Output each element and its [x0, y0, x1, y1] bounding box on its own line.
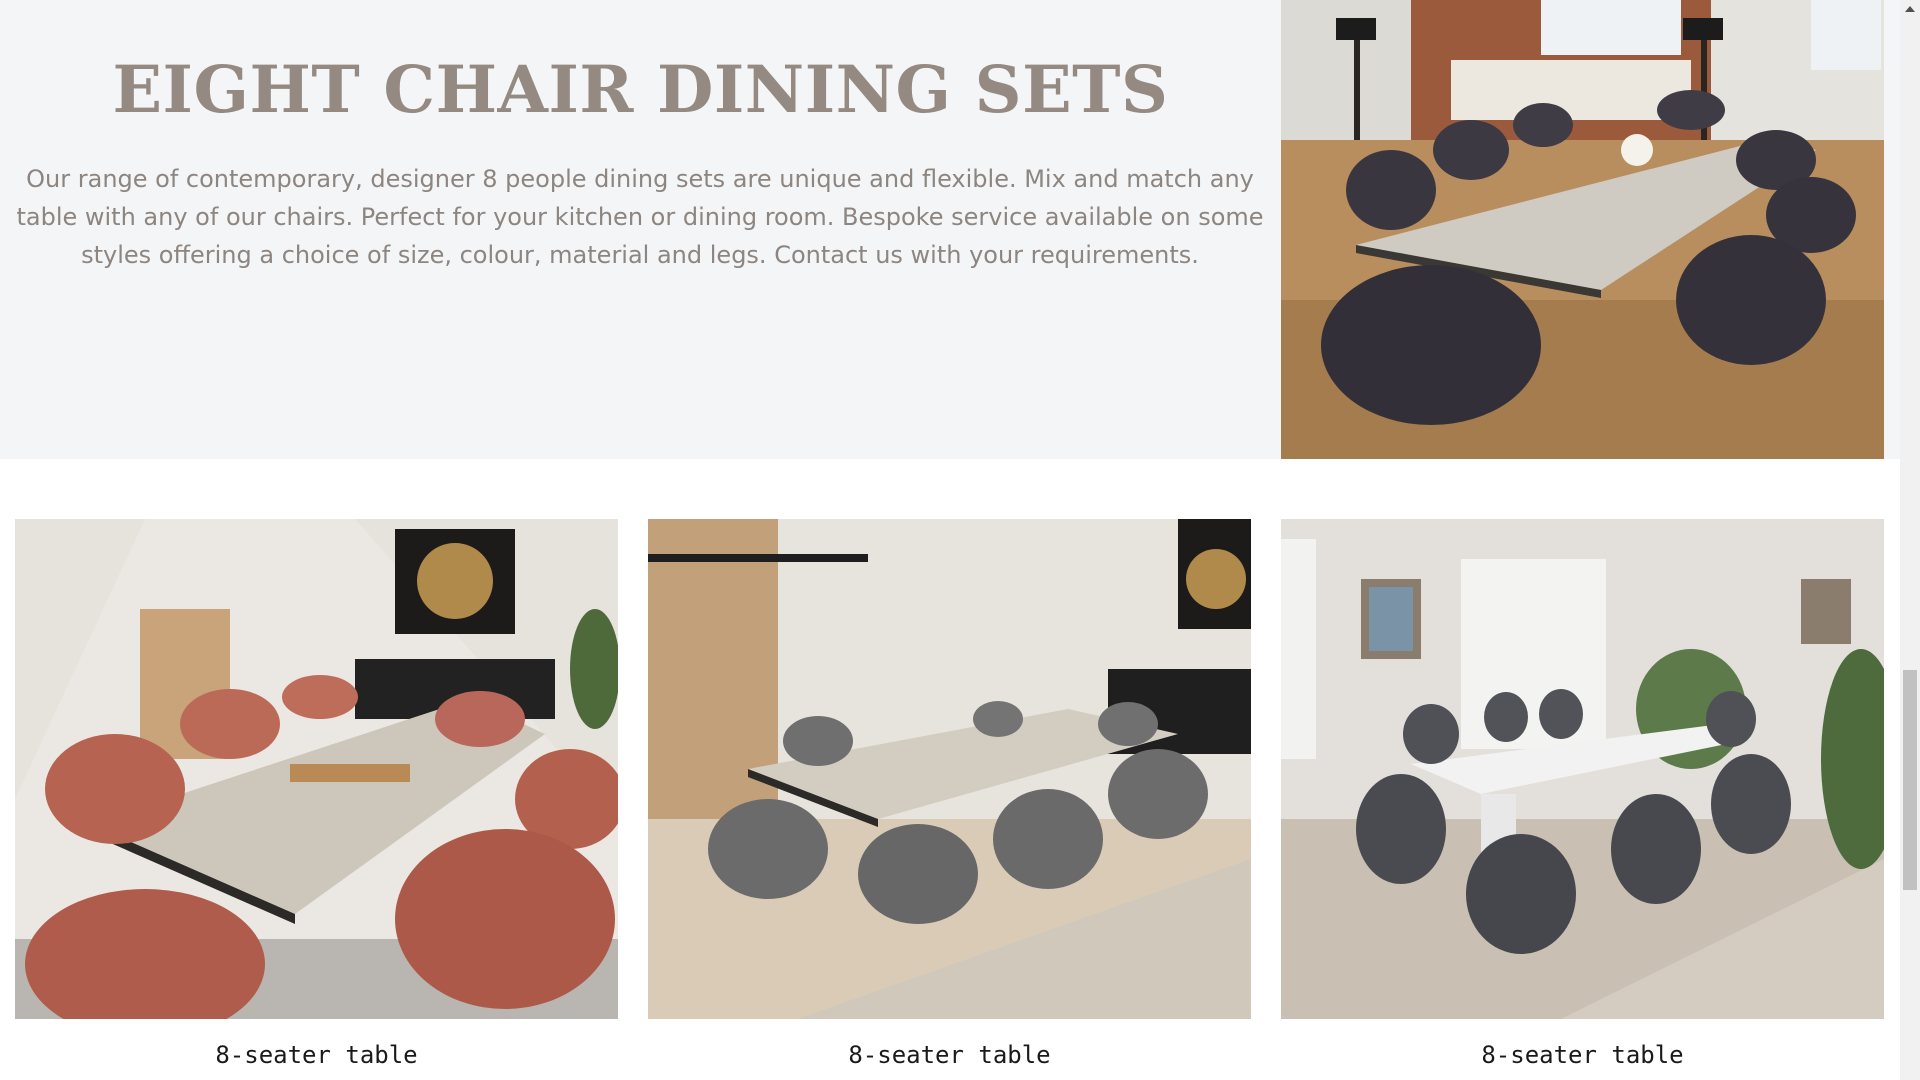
product-card[interactable]: 8-seater table — [1281, 519, 1884, 1069]
vertical-scrollbar[interactable] — [1900, 0, 1920, 1080]
product-caption[interactable]: 8-seater table — [648, 1041, 1251, 1069]
hero-image — [1281, 0, 1884, 459]
scroll-up-arrow-icon[interactable] — [1900, 0, 1920, 17]
product-caption[interactable]: 8-seater table — [15, 1041, 618, 1069]
product-card[interactable]: 8-seater table — [15, 519, 618, 1069]
hero-description: Our range of contemporary, designer 8 pe… — [16, 165, 1264, 269]
product-card[interactable]: 8-seater table — [648, 519, 1251, 1069]
product-image[interactable] — [648, 519, 1251, 1019]
hero-section: EIGHT CHAIR DINING SETS Our range of con… — [0, 0, 1900, 459]
page-title: EIGHT CHAIR DINING SETS — [112, 52, 1169, 128]
hero-text-block: EIGHT CHAIR DINING SETS Our range of con… — [0, 0, 1281, 459]
product-caption[interactable]: 8-seater table — [1281, 1041, 1884, 1069]
product-image[interactable] — [1281, 519, 1884, 1019]
scrollbar-thumb[interactable] — [1903, 670, 1917, 890]
product-image[interactable] — [15, 519, 618, 1019]
